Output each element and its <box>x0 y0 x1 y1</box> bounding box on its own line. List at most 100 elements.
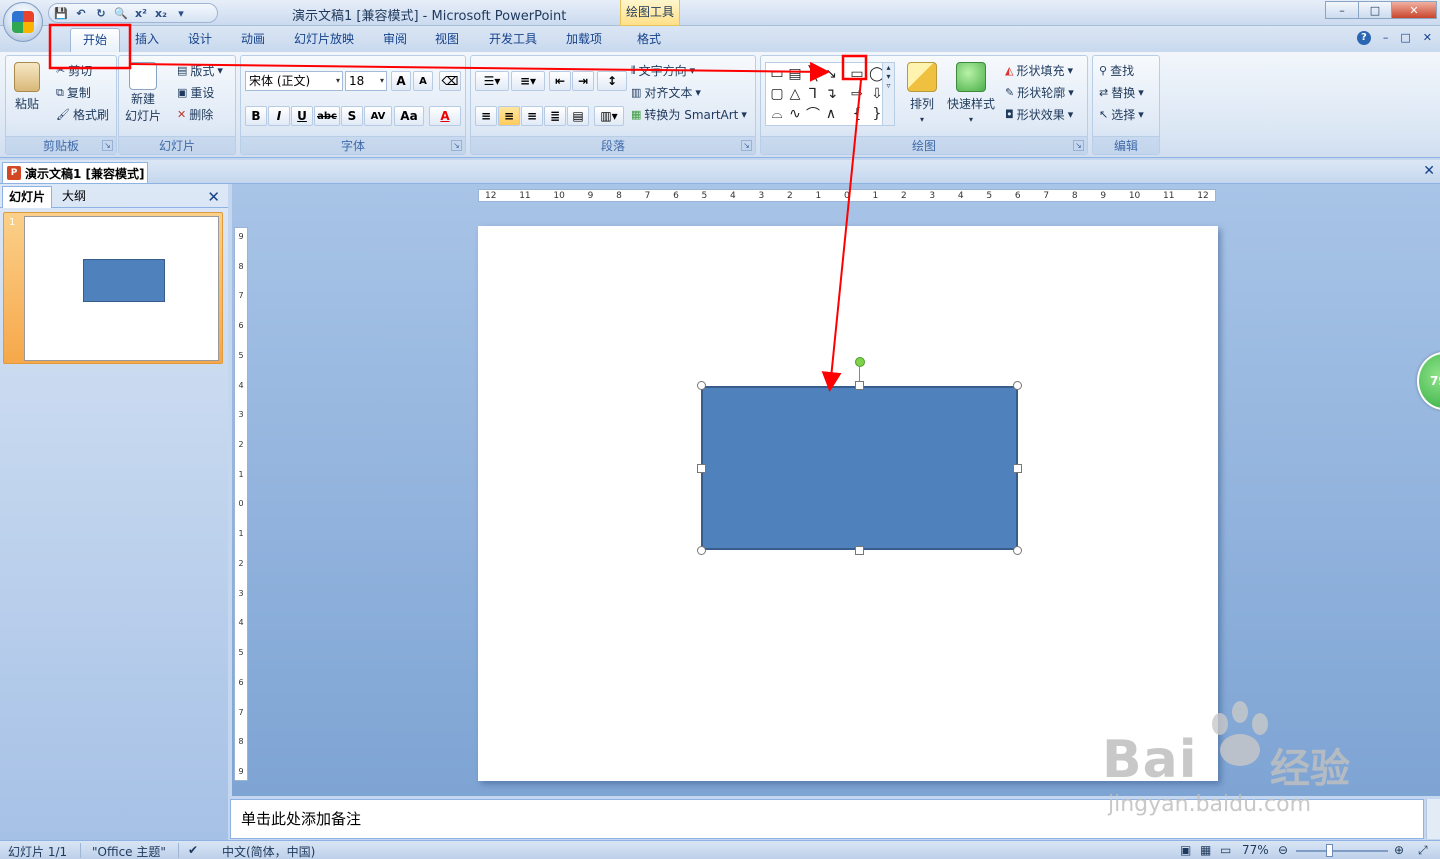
ribbon-close-icon[interactable]: ✕ <box>1423 31 1432 45</box>
copy-button[interactable]: ⧉ 复制 <box>56 84 91 101</box>
slide-canvas[interactable] <box>478 226 1218 781</box>
arc-shape-icon[interactable]: ⌒ <box>804 105 822 123</box>
select-button[interactable]: ↖ 选择 ▾ <box>1099 106 1144 123</box>
underline-button[interactable]: U <box>291 106 313 126</box>
undo-icon[interactable]: ↶ <box>73 5 89 21</box>
paste-button[interactable]: 粘贴 <box>14 62 40 112</box>
shape-effects-button[interactable]: ◘ 形状效果 ▾ <box>1005 106 1073 123</box>
find-button[interactable]: ⚲ 查找 <box>1099 62 1134 79</box>
clipboard-launcher-icon[interactable]: ↘ <box>102 140 113 151</box>
tab-animation[interactable]: 动画 <box>236 28 270 52</box>
redo-icon[interactable]: ↻ <box>93 5 109 21</box>
numbering-button[interactable]: ≡▾ <box>511 71 545 91</box>
office-button[interactable] <box>3 2 43 42</box>
tab-format[interactable]: 格式 <box>632 28 666 52</box>
quick-styles-button[interactable]: 快速样式 ▾ <box>947 62 995 124</box>
convert-smartart-button[interactable]: ▦ 转换为 SmartArt ▾ <box>631 106 747 123</box>
drawing-launcher-icon[interactable]: ↘ <box>1073 140 1084 151</box>
tab-design[interactable]: 设计 <box>183 28 217 52</box>
text-direction-button[interactable]: ⫴ 文字方向 ▾ <box>631 62 695 79</box>
triangle-shape-icon[interactable]: △ <box>786 85 804 103</box>
slideshow-view-icon[interactable]: ▭ <box>1220 843 1231 857</box>
zoom-out-icon[interactable]: ⊖ <box>1278 843 1288 857</box>
fit-slide-icon[interactable]: ⤢ <box>1418 843 1428 858</box>
distribute-icon[interactable]: ▤ <box>567 106 589 126</box>
zoom-slider-track[interactable] <box>1296 850 1388 852</box>
resize-handle-left[interactable] <box>697 464 706 473</box>
line-spacing-icon[interactable]: ↕ <box>597 71 627 91</box>
slide-thumbnail[interactable] <box>24 216 219 361</box>
zoom-slider-thumb[interactable] <box>1326 844 1333 857</box>
align-left-icon[interactable]: ≡ <box>475 106 497 126</box>
tab-addins[interactable]: 加载项 <box>560 28 608 52</box>
new-slide-button[interactable]: 新建 幻灯片 <box>125 62 161 124</box>
shrink-font-button[interactable]: A <box>413 71 433 91</box>
help-icon[interactable]: ? <box>1356 31 1371 45</box>
save-icon[interactable]: 💾 <box>53 5 69 21</box>
arrow-line-shape-icon[interactable]: ↘ <box>822 65 840 83</box>
delete-slide-button[interactable]: ✕ 删除 <box>177 106 213 123</box>
replace-button[interactable]: ⇄ 替换 ▾ <box>1099 84 1144 101</box>
gallery-scroll-icon[interactable]: ▴ ▾ ▿ <box>882 63 894 125</box>
font-launcher-icon[interactable]: ↘ <box>451 140 462 151</box>
reset-button[interactable]: ▣ 重设 <box>177 84 214 101</box>
align-text-button[interactable]: ▥ 对齐文本 ▾ <box>631 84 701 101</box>
vertical-textbox-shape-icon[interactable]: ▤ <box>786 65 804 83</box>
print-preview-icon[interactable]: 🔍 <box>113 5 129 21</box>
cut-button[interactable]: ✂ 剪切 <box>56 62 92 79</box>
decrease-indent-icon[interactable]: ⇤ <box>549 71 571 91</box>
textbox-shape-icon[interactable]: ▭ <box>768 65 786 83</box>
italic-button[interactable]: I <box>268 106 290 126</box>
resize-handle-right[interactable] <box>1013 464 1022 473</box>
bullets-button[interactable]: ☰▾ <box>475 71 509 91</box>
bold-button[interactable]: B <box>245 106 267 126</box>
resize-handle-bottom[interactable] <box>855 546 864 555</box>
arrange-button[interactable]: 排列 ▾ <box>907 62 937 124</box>
zoom-in-icon[interactable]: ⊕ <box>1394 843 1404 857</box>
ribbon-restore-icon[interactable]: □ <box>1400 31 1410 45</box>
curve-shape-icon[interactable]: ∧ <box>822 105 840 123</box>
font-color-button[interactable]: A <box>429 106 461 126</box>
zoom-level[interactable]: 77% <box>1242 843 1269 857</box>
rectangle-shape-icon[interactable]: ▭ <box>848 65 866 83</box>
tab-slides[interactable]: 幻灯片 <box>2 186 53 208</box>
superscript-icon[interactable]: x² <box>133 5 149 21</box>
resize-handle-bottom-right[interactable] <box>1013 546 1022 555</box>
font-size-combo[interactable]: 18 ▾ <box>345 71 387 91</box>
close-button[interactable]: ✕ <box>1391 1 1437 19</box>
close-pane-icon[interactable]: ✕ <box>207 188 220 206</box>
elbow-arrow-shape-icon[interactable]: ↴ <box>822 85 840 103</box>
font-name-combo[interactable]: 宋体 (正文) ▾ <box>245 71 343 91</box>
align-center-icon[interactable]: ≡ <box>498 106 520 126</box>
shape-outline-button[interactable]: ✎ 形状轮廓 ▾ <box>1005 84 1074 101</box>
tab-insert[interactable]: 插入 <box>130 28 164 52</box>
resize-handle-top-left[interactable] <box>697 381 706 390</box>
paragraph-launcher-icon[interactable]: ↘ <box>741 140 752 151</box>
scribble-shape-icon[interactable]: ∿ <box>786 105 804 123</box>
grow-font-button[interactable]: A <box>391 71 411 91</box>
right-arrow-shape-icon[interactable]: ⇨ <box>848 85 866 103</box>
clear-format-icon[interactable]: ⌫ <box>439 71 461 91</box>
slide-sorter-view-icon[interactable]: ▦ <box>1200 843 1211 857</box>
freeform-shape-icon[interactable]: ⌓ <box>768 105 786 123</box>
layout-button[interactable]: ▤ 版式 ▾ <box>177 62 223 79</box>
left-brace-shape-icon[interactable]: { <box>848 105 866 123</box>
strikethrough-button[interactable]: abc <box>314 106 340 126</box>
line-shape-icon[interactable]: ╲ <box>804 65 822 83</box>
document-tab[interactable]: P 演示文稿1 [兼容模式] <box>2 162 148 183</box>
change-case-button[interactable]: Aa <box>394 106 424 126</box>
subscript-icon[interactable]: x₂ <box>153 5 169 21</box>
tab-developer[interactable]: 开发工具 <box>482 28 544 52</box>
normal-view-icon[interactable]: ▣ <box>1180 843 1191 857</box>
tab-outline[interactable]: 大纲 <box>56 186 92 208</box>
close-document-icon[interactable]: ✕ <box>1423 163 1435 179</box>
ribbon-minimize-icon[interactable]: – <box>1383 31 1389 45</box>
resize-handle-top-right[interactable] <box>1013 381 1022 390</box>
increase-indent-icon[interactable]: ⇥ <box>572 71 594 91</box>
restore-button[interactable]: □ <box>1358 1 1392 19</box>
elbow-connector-shape-icon[interactable]: ⅂ <box>804 85 822 103</box>
tab-view[interactable]: 视图 <box>430 28 464 52</box>
resize-handle-bottom-left[interactable] <box>697 546 706 555</box>
rectangle-shape[interactable] <box>701 386 1018 550</box>
rotation-handle[interactable] <box>855 357 865 367</box>
